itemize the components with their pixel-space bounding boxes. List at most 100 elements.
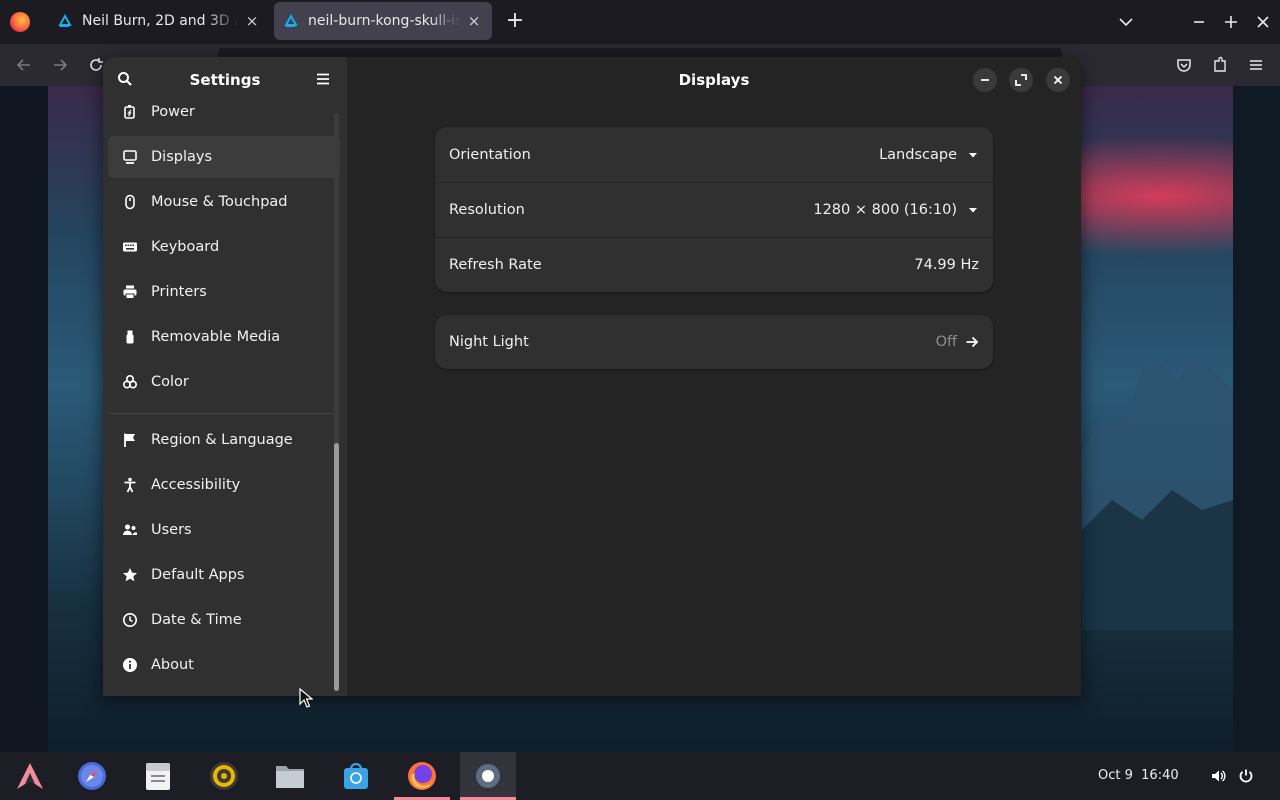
tab-title: neil-burn-kong-skull-island [308,13,460,29]
sidebar-item-color[interactable]: Color [108,361,340,403]
usb-icon [126,330,134,344]
minimize-button[interactable] [973,68,997,92]
close-tab-icon[interactable]: × [244,12,260,30]
power-off-icon[interactable] [1238,768,1254,784]
compass-icon [78,762,106,790]
software-store-icon [344,762,368,789]
sidebar-item-label: About [151,657,194,673]
clock-time: 16:40 [1141,768,1179,783]
settings-sidebar: Settings Power Displays Mouse & Touchpad… [103,57,347,696]
night-light-label: Night Light [449,334,529,350]
sidebar-item-label: Removable Media [151,329,281,345]
forward-arrow-icon[interactable] [50,55,70,75]
users-icon [123,524,137,535]
sidebar-item-users[interactable]: Users [108,509,340,551]
browser-tab-2[interactable]: neil-burn-kong-skull-island × [274,2,492,40]
mouse-icon [125,194,135,210]
sidebar-item-label: Color [151,374,189,390]
arch-logo-icon [17,763,43,789]
refresh-rate-value: 74.99 Hz [914,257,979,273]
star-icon [123,568,137,582]
minimize-icon[interactable] [1189,12,1209,32]
close-tab-icon[interactable]: × [466,12,482,30]
taskbar-firefox[interactable] [394,752,450,800]
sidebar-title: Settings [189,71,261,89]
back-arrow-icon[interactable] [14,55,34,75]
clock-date: Oct 9 [1098,768,1133,783]
orientation-label: Orientation [449,146,531,163]
folder-icon [276,766,304,788]
close-button[interactable] [1046,68,1070,92]
taskbar-clock[interactable]: Oct 9 16:40 [1098,768,1179,783]
hamburger-menu-icon[interactable] [1246,55,1266,75]
arrow-right-icon [966,336,979,348]
sidebar-item-printers[interactable]: Printers [108,271,340,313]
sidebar-item-keyboard[interactable]: Keyboard [108,226,340,268]
tab-title: Neil Burn, 2D and 3D Artist [82,13,238,29]
taskbar-software[interactable] [328,752,384,800]
sidebar-item-date-time[interactable]: Date & Time [108,599,340,641]
taskbar-web-browser[interactable] [64,752,120,800]
maximize-button[interactable] [1009,68,1033,92]
sidebar-item-mouse-touchpad[interactable]: Mouse & Touchpad [108,181,340,223]
resolution-value[interactable]: 1280 × 800 (16:10) [813,202,957,218]
displays-panel: Displays Orientation Landscape Resolutio… [347,57,1081,696]
sidebar-header: Settings [103,57,347,104]
sidebar-item-label: Power [151,104,195,120]
taskbar-calendar[interactable] [130,752,186,800]
flag-icon [124,433,135,447]
sidebar-item-label: Mouse & Touchpad [151,194,288,210]
firefox-logo-icon[interactable] [10,12,30,32]
sidebar-item-label: Keyboard [151,239,220,255]
night-light-row[interactable]: Night Light Off [435,315,993,369]
volume-icon[interactable] [1210,768,1226,784]
resolution-label: Resolution [449,202,525,218]
taskbar-files[interactable] [262,752,318,800]
night-light-card[interactable]: Night Light Off [435,315,993,369]
sidebar-item-region-language[interactable]: Region & Language [108,419,340,461]
new-tab-button[interactable]: + [503,10,527,34]
keyboard-icon [123,242,137,252]
refresh-rate-row: Refresh Rate 74.99 Hz [435,237,993,292]
restore-icon[interactable] [1221,12,1241,32]
sidebar-item-label: Printers [151,284,207,300]
page-title: Displays [678,71,750,89]
sidebar-item-power[interactable]: Power [108,104,340,133]
sidebar-item-default-apps[interactable]: Default Apps [108,554,340,596]
night-light-status: Off [935,334,957,350]
mouse-cursor-icon [299,688,313,708]
chevron-down-icon[interactable] [1116,12,1136,32]
mountain-silhouette [1082,350,1233,630]
taskbar-music[interactable] [196,752,252,800]
clock-icon [123,613,137,627]
close-icon[interactable] [1253,12,1273,32]
sidebar-item-displays[interactable]: Displays [108,136,340,178]
sidebar-item-label: Region & Language [151,432,293,448]
pocket-icon[interactable] [1174,55,1194,75]
sidebar-item-removable-media[interactable]: Removable Media [108,316,340,358]
taskbar-launcher[interactable] [2,752,58,800]
wallpaper-dark-edge [1233,86,1280,752]
hamburger-menu-icon[interactable] [315,71,331,87]
refresh-rate-label: Refresh Rate [449,257,542,273]
sidebar-item-about[interactable]: About [108,644,340,686]
firefox-icon [408,762,436,790]
orientation-value[interactable]: Landscape [879,147,957,163]
music-player-icon [210,762,238,790]
info-icon [123,658,137,672]
sidebar-list: Power Displays Mouse & Touchpad Keyboard… [103,104,347,696]
sidebar-item-label: Default Apps [151,567,245,583]
sidebar-item-accessibility[interactable]: Accessibility [108,464,340,506]
taskbar-settings[interactable] [460,752,516,800]
dropdown-arrow-icon[interactable] [967,204,979,216]
orientation-row[interactable]: Orientation Landscape [435,127,993,182]
browser-tab-1[interactable]: Neil Burn, 2D and 3D Artist × [48,2,270,40]
panel-header: Displays [347,57,1081,104]
resolution-row[interactable]: Resolution 1280 × 800 (16:10) [435,182,993,237]
display-icon [123,150,137,164]
extensions-icon[interactable] [1210,55,1230,75]
printer-icon [123,285,137,299]
sidebar-separator [108,413,334,414]
dropdown-arrow-icon[interactable] [967,149,979,161]
power-icon [124,105,135,119]
